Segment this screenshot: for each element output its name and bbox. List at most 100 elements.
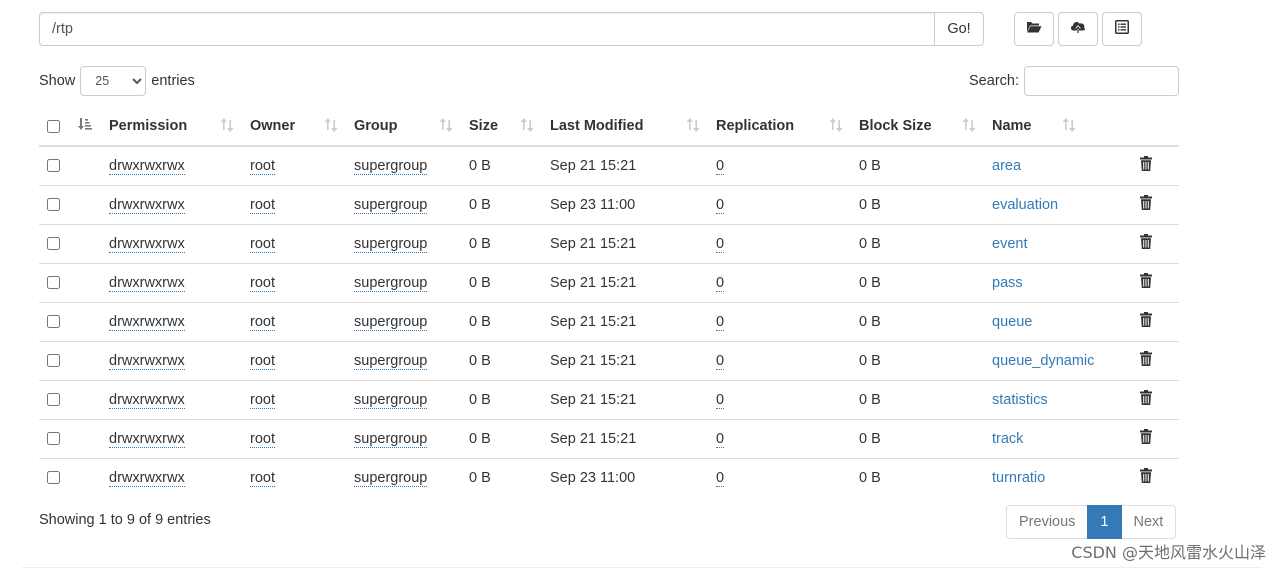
next-page-button[interactable]: Next	[1120, 505, 1177, 539]
last-modified-header[interactable]: Last Modified	[542, 107, 708, 147]
replication-value[interactable]: 0	[716, 313, 725, 331]
size-cell: 0 B	[461, 418, 542, 458]
directory-name-link[interactable]: area	[992, 158, 1021, 174]
page-1-button[interactable]: 1	[1087, 505, 1122, 539]
directory-name-link[interactable]: track	[992, 431, 1023, 447]
owner-value[interactable]: root	[250, 430, 275, 448]
table-row[interactable]: drwxrwxrwx root supergroup 0 B Sep 23 11…	[39, 457, 1179, 497]
replication-value[interactable]: 0	[716, 352, 725, 370]
directory-path-input[interactable]	[39, 12, 934, 46]
directory-name-link[interactable]: event	[992, 236, 1027, 252]
owner-value[interactable]: root	[250, 274, 275, 292]
row-checkbox[interactable]	[47, 393, 60, 407]
group-value[interactable]: supergroup	[354, 196, 428, 214]
permission-cell: drwxrwxrwx	[101, 418, 242, 458]
table-row[interactable]: drwxrwxrwx root supergroup 0 B Sep 23 11…	[39, 184, 1179, 224]
owner-header[interactable]: Owner	[242, 107, 346, 147]
upload-button[interactable]	[1058, 12, 1098, 46]
group-value[interactable]: supergroup	[354, 313, 428, 331]
row-checkbox[interactable]	[47, 471, 60, 485]
trash-icon[interactable]	[1140, 195, 1152, 214]
last-modified-value: Sep 21 15:21	[550, 430, 637, 447]
owner-value[interactable]: root	[250, 469, 275, 487]
entries-per-page-select[interactable]: 25	[80, 66, 147, 96]
block-size-header[interactable]: Block Size	[851, 107, 984, 147]
table-row[interactable]: drwxrwxrwx root supergroup 0 B Sep 21 15…	[39, 262, 1179, 302]
group-value[interactable]: supergroup	[354, 469, 428, 487]
row-checkbox[interactable]	[47, 276, 60, 290]
permission-value[interactable]: drwxrwxrwx	[109, 274, 185, 292]
directory-name-link[interactable]: turnratio	[992, 470, 1045, 486]
permission-value[interactable]: drwxrwxrwx	[109, 196, 185, 214]
permission-value[interactable]: drwxrwxrwx	[109, 235, 185, 253]
replication-value[interactable]: 0	[716, 469, 725, 487]
replication-value[interactable]: 0	[716, 157, 725, 175]
group-value[interactable]: supergroup	[354, 352, 428, 370]
trash-icon[interactable]	[1140, 429, 1152, 448]
replication-header[interactable]: Replication	[708, 107, 851, 147]
trash-icon[interactable]	[1140, 156, 1152, 175]
group-header-label: Group	[354, 118, 398, 134]
permission-value[interactable]: drwxrwxrwx	[109, 157, 185, 175]
search-input[interactable]	[1024, 66, 1179, 96]
replication-value[interactable]: 0	[716, 274, 725, 292]
default-sort-header[interactable]	[70, 107, 101, 147]
table-row[interactable]: drwxrwxrwx root supergroup 0 B Sep 21 15…	[39, 379, 1179, 419]
group-value[interactable]: supergroup	[354, 391, 428, 409]
owner-value[interactable]: root	[250, 391, 275, 409]
row-checkbox[interactable]	[47, 237, 60, 251]
replication-value[interactable]: 0	[716, 391, 725, 409]
trash-icon[interactable]	[1140, 273, 1152, 292]
row-checkbox[interactable]	[47, 198, 60, 212]
group-value[interactable]: supergroup	[354, 235, 428, 253]
permission-value[interactable]: drwxrwxrwx	[109, 352, 185, 370]
replication-value[interactable]: 0	[716, 196, 725, 214]
list-view-button[interactable]	[1102, 12, 1142, 46]
group-value[interactable]: supergroup	[354, 274, 428, 292]
directory-name-link[interactable]: pass	[992, 275, 1023, 291]
block-size-cell: 0 B	[851, 379, 984, 419]
table-row[interactable]: drwxrwxrwx root supergroup 0 B Sep 21 15…	[39, 418, 1179, 458]
row-checkbox[interactable]	[47, 159, 60, 173]
trash-icon[interactable]	[1140, 234, 1152, 253]
name-header[interactable]: Name	[984, 107, 1132, 147]
go-button[interactable]: Go!	[934, 12, 984, 46]
trash-icon[interactable]	[1140, 312, 1152, 331]
trash-icon[interactable]	[1140, 351, 1152, 370]
row-checkbox[interactable]	[47, 432, 60, 446]
directory-name-link[interactable]: evaluation	[992, 197, 1058, 213]
group-value[interactable]: supergroup	[354, 430, 428, 448]
table-row[interactable]: drwxrwxrwx root supergroup 0 B Sep 21 15…	[39, 223, 1179, 263]
table-row[interactable]: drwxrwxrwx root supergroup 0 B Sep 21 15…	[39, 146, 1179, 185]
row-checkbox[interactable]	[47, 354, 60, 368]
permission-cell: drwxrwxrwx	[101, 184, 242, 224]
size-header-label: Size	[469, 118, 499, 134]
permission-value[interactable]: drwxrwxrwx	[109, 313, 185, 331]
directory-name-link[interactable]: queue_dynamic	[992, 353, 1094, 369]
table-row[interactable]: drwxrwxrwx root supergroup 0 B Sep 21 15…	[39, 340, 1179, 380]
permission-value[interactable]: drwxrwxrwx	[109, 430, 185, 448]
owner-value[interactable]: root	[250, 352, 275, 370]
size-value: 0 B	[469, 352, 491, 369]
owner-value[interactable]: root	[250, 157, 275, 175]
trash-icon[interactable]	[1140, 468, 1152, 487]
create-directory-button[interactable]	[1014, 12, 1054, 46]
owner-value[interactable]: root	[250, 235, 275, 253]
permission-value[interactable]: drwxrwxrwx	[109, 391, 185, 409]
directory-name-link[interactable]: queue	[992, 314, 1032, 330]
group-header[interactable]: Group	[346, 107, 461, 147]
owner-value[interactable]: root	[250, 313, 275, 331]
previous-page-button[interactable]: Previous	[1006, 505, 1089, 539]
group-value[interactable]: supergroup	[354, 157, 428, 175]
directory-name-link[interactable]: statistics	[992, 392, 1048, 408]
permission-header[interactable]: Permission	[101, 107, 242, 147]
table-row[interactable]: drwxrwxrwx root supergroup 0 B Sep 21 15…	[39, 301, 1179, 341]
select-all-checkbox[interactable]	[47, 119, 60, 133]
size-header[interactable]: Size	[461, 107, 542, 147]
permission-value[interactable]: drwxrwxrwx	[109, 469, 185, 487]
replication-value[interactable]: 0	[716, 430, 725, 448]
replication-value[interactable]: 0	[716, 235, 725, 253]
owner-value[interactable]: root	[250, 196, 275, 214]
trash-icon[interactable]	[1140, 390, 1152, 409]
row-checkbox[interactable]	[47, 315, 60, 329]
